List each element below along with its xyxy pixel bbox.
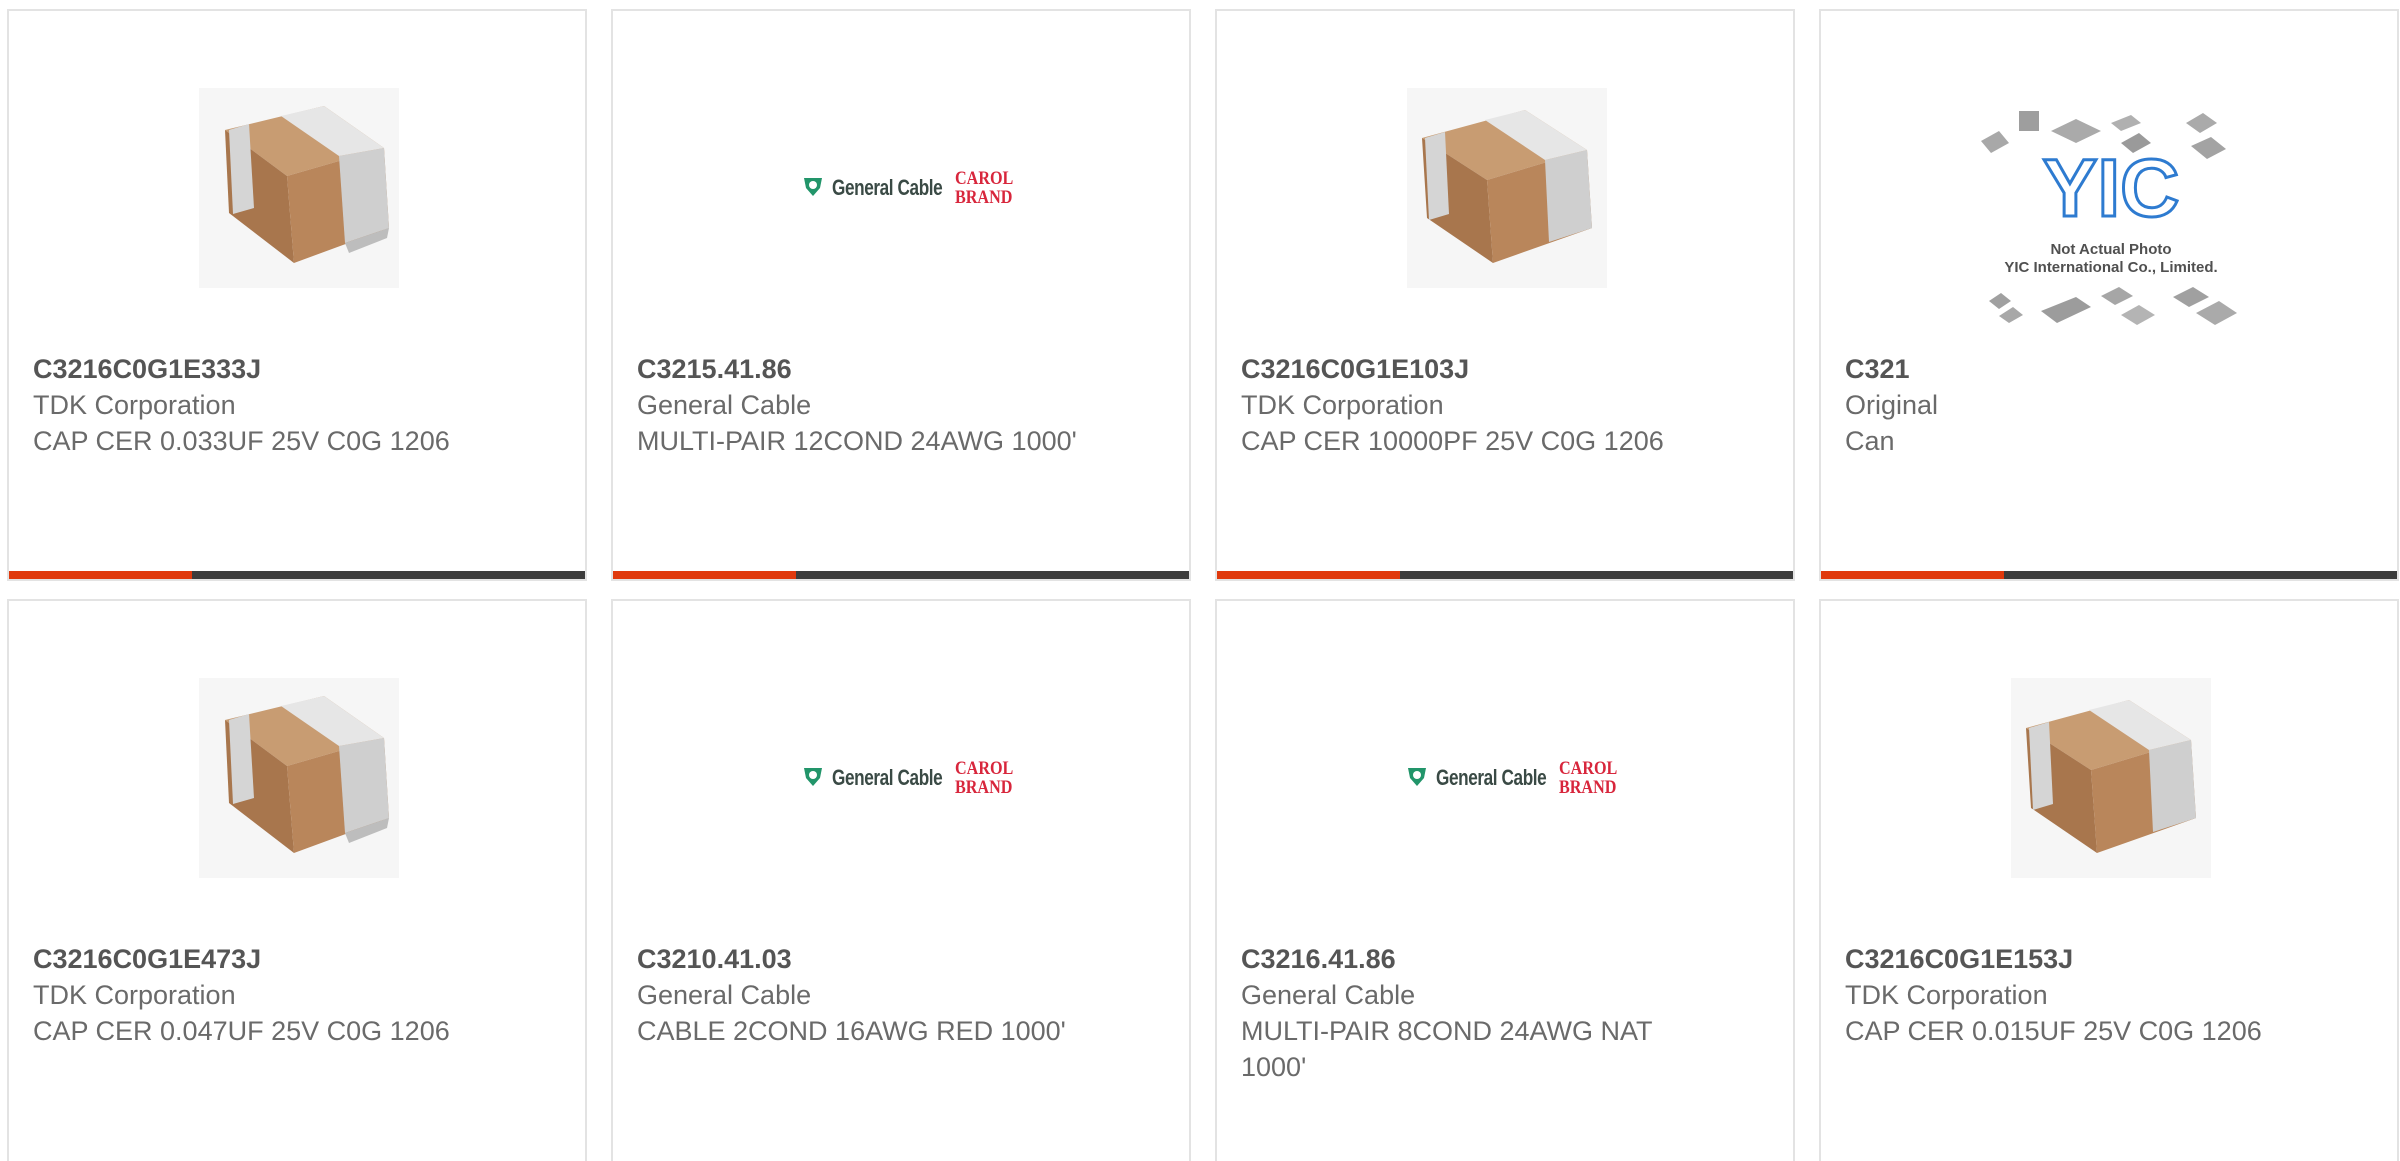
capacitor-chip-image: [194, 673, 404, 883]
card-footer-accent: [1821, 571, 2004, 579]
card-footer-accent: [613, 571, 796, 579]
general-cable-logo: General Cable CAROL BRAND: [793, 673, 1033, 883]
card-footer-bar: [1217, 571, 1793, 579]
carol-line1: CAROL: [955, 758, 1014, 779]
capacitor-chip-image: [194, 83, 404, 293]
part-number[interactable]: C3216C0G1E153J: [1845, 941, 2285, 977]
card-footer-bar: [1821, 571, 2397, 579]
yic-note-line2: YIC International Co., Limited.: [2004, 259, 2218, 276]
description: CABLE 2COND 16AWG RED 1000': [637, 1016, 1066, 1046]
capacitor-chip-image: [1402, 83, 1612, 293]
manufacturer: TDK Corporation: [33, 390, 236, 420]
general-cable-logo: General Cable CAROL BRAND: [1397, 673, 1637, 883]
description: CAP CER 0.047UF 25V C0G 1206: [33, 1016, 450, 1046]
product-card[interactable]: General Cable CAROL BRAND C3216.41.86 Ge…: [1215, 599, 1795, 1161]
product-card[interactable]: C3216C0G1E153J TDK Corporation CAP CER 0…: [1819, 599, 2399, 1161]
yic-note-line1: Not Actual Photo: [2050, 241, 2172, 258]
product-card[interactable]: General Cable CAROL BRAND C3215.41.86 Ge…: [611, 9, 1191, 581]
carol-brand-logo: CAROL BRAND: [955, 759, 1013, 797]
general-cable-shield-icon: [802, 175, 824, 202]
general-cable-logo: General Cable CAROL BRAND: [793, 83, 1033, 293]
card-footer-bar: [613, 571, 1189, 579]
manufacturer: TDK Corporation: [1845, 980, 2048, 1010]
general-cable-shield-icon: [802, 765, 824, 792]
part-number[interactable]: C3210.41.03: [637, 941, 1077, 977]
carol-brand-logo: CAROL BRAND: [955, 169, 1013, 207]
description: MULTI-PAIR 12COND 24AWG 1000': [637, 426, 1077, 456]
general-cable-shield-icon: [1406, 765, 1428, 792]
general-cable-text: General Cable: [1436, 765, 1547, 790]
description: CAP CER 0.015UF 25V C0G 1206: [1845, 1016, 2262, 1046]
description: CAP CER 0.033UF 25V C0G 1206: [33, 426, 450, 456]
card-footer-accent: [1217, 571, 1400, 579]
product-card[interactable]: C3216C0G1E333J TDK Corporation CAP CER 0…: [7, 9, 587, 581]
manufacturer: General Cable: [637, 980, 812, 1010]
part-number[interactable]: C3216.41.86: [1241, 941, 1681, 977]
manufacturer: General Cable: [637, 390, 812, 420]
yic-mark: YIC: [2043, 143, 2180, 234]
product-card[interactable]: C3216C0G1E103J TDK Corporation CAP CER 1…: [1215, 9, 1795, 581]
description: CAP CER 10000PF 25V C0G 1206: [1241, 426, 1664, 456]
card-footer-accent: [9, 571, 192, 579]
product-grid: C3216C0G1E333J TDK Corporation CAP CER 0…: [0, 0, 2400, 1161]
part-number[interactable]: C3216C0G1E333J: [33, 351, 473, 387]
part-number[interactable]: C3216C0G1E103J: [1241, 351, 1681, 387]
card-footer-bar: [9, 571, 585, 579]
carol-line2: BRAND: [955, 777, 1013, 798]
manufacturer: Original: [1845, 390, 1939, 420]
description: MULTI-PAIR 8COND 24AWG NAT 1000': [1241, 1016, 1653, 1082]
manufacturer: TDK Corporation: [1241, 390, 1444, 420]
description: Can: [1845, 426, 1895, 456]
product-card[interactable]: General Cable CAROL BRAND C3210.41.03 Ge…: [611, 599, 1191, 1161]
capacitor-chip-image: [2006, 673, 2216, 883]
general-cable-text: General Cable: [832, 765, 943, 790]
general-cable-text: General Cable: [832, 175, 943, 200]
carol-line2: BRAND: [1559, 777, 1617, 798]
carol-line1: CAROL: [1559, 758, 1618, 779]
part-number[interactable]: C3215.41.86: [637, 351, 1077, 387]
product-card[interactable]: YIC Not Actual Photo YIC International C…: [1819, 9, 2399, 581]
carol-brand-logo: CAROL BRAND: [1559, 759, 1617, 797]
part-number[interactable]: C321: [1845, 351, 2285, 387]
carol-line2: BRAND: [955, 187, 1013, 208]
part-number[interactable]: C3216C0G1E473J: [33, 941, 473, 977]
manufacturer: General Cable: [1241, 980, 1416, 1010]
product-card[interactable]: C3216C0G1E473J TDK Corporation CAP CER 0…: [7, 599, 587, 1161]
manufacturer: TDK Corporation: [33, 980, 236, 1010]
yic-placeholder-image: YIC Not Actual Photo YIC International C…: [1971, 101, 2251, 351]
carol-line1: CAROL: [955, 168, 1014, 189]
